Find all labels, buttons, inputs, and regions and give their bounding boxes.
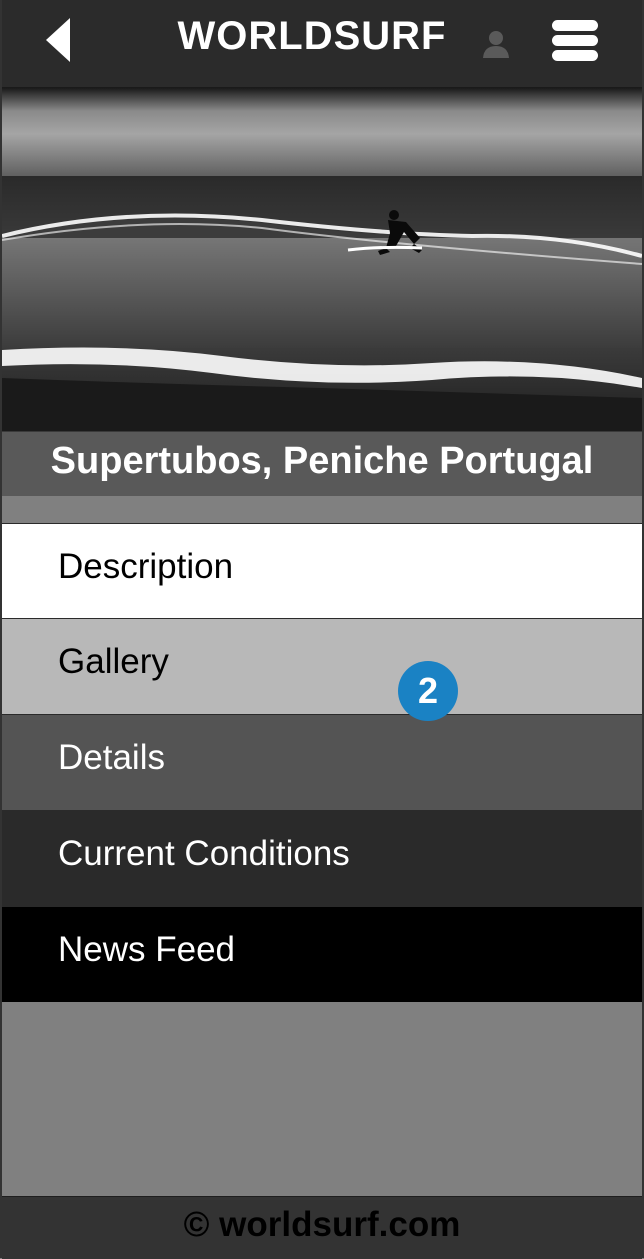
- top-bar: WORLDSURF: [2, 0, 642, 88]
- app-title: WORLDSURF: [177, 14, 447, 58]
- nav-item-gallery[interactable]: Gallery: [2, 618, 642, 714]
- nav-item-label: News Feed: [58, 930, 236, 969]
- location-title: Supertubos, Peniche Portugal: [2, 431, 642, 496]
- nav-item-label: Description: [58, 547, 234, 586]
- nav-item-details[interactable]: Details: [2, 714, 642, 810]
- app-frame: WORLDSURF Supertubos, Peniche Portugal D…: [0, 0, 644, 1259]
- nav-item-label: Current Conditions: [58, 834, 350, 873]
- profile-button[interactable]: [480, 28, 512, 60]
- user-icon: [483, 31, 509, 58]
- footer-copyright: © worldsurf.com: [2, 1196, 642, 1259]
- nav-item-current-conditions[interactable]: Current Conditions: [2, 810, 642, 906]
- hero-image: [2, 88, 642, 431]
- section-nav: Description Gallery Details Current Cond…: [2, 523, 642, 1002]
- menu-button[interactable]: [552, 20, 600, 64]
- hamburger-menu-icon: [552, 20, 600, 61]
- surfer-photo: [2, 88, 642, 431]
- gallery-count-badge: 2: [398, 661, 458, 721]
- nav-item-news-feed[interactable]: News Feed: [2, 906, 642, 1002]
- nav-item-label: Gallery: [58, 642, 169, 681]
- nav-item-label: Details: [58, 738, 165, 777]
- nav-item-description[interactable]: Description: [2, 523, 642, 618]
